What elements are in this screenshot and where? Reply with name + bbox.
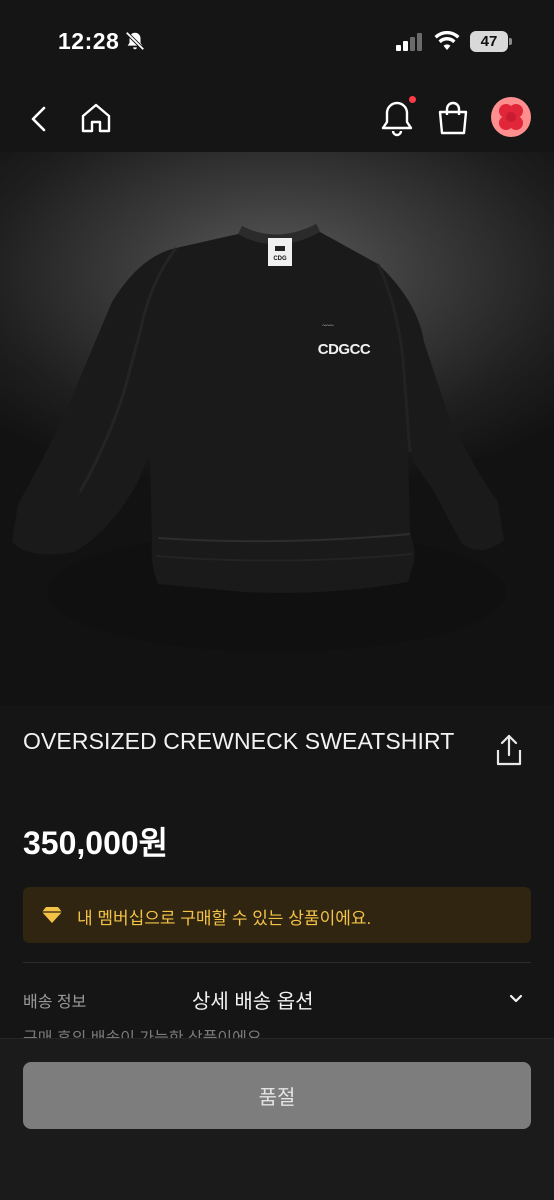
chevron-down-icon[interactable]: [507, 990, 525, 1008]
back-icon[interactable]: [26, 104, 52, 134]
avatar[interactable]: [491, 97, 531, 137]
chest-print-small: ~~~: [322, 322, 334, 330]
bell-icon[interactable]: [378, 98, 416, 138]
status-time: 12:28: [58, 28, 120, 54]
neck-label-text: CDG: [273, 256, 287, 262]
home-icon[interactable]: [78, 100, 114, 136]
bag-icon[interactable]: [434, 98, 472, 138]
gem-icon: [42, 907, 62, 923]
sweatshirt-illustration: CDG ~~~ CDGCC: [12, 224, 507, 652]
share-icon[interactable]: [492, 732, 526, 768]
shipping-info-label: 배송 정보: [23, 994, 87, 1011]
battery-nub: [509, 38, 512, 45]
top-navigation: [0, 86, 554, 152]
product-title: OVERSIZED CREWNECK SWEATSHIRT: [23, 728, 455, 754]
status-bar: 12:28 47: [0, 0, 554, 86]
notice-text: 내 멤버십으로 구매할 수 있는 상품이에요.: [77, 909, 372, 928]
divider: [23, 962, 531, 963]
membership-notice: 내 멤버십으로 구매할 수 있는 상품이에요.: [23, 887, 531, 943]
product-price: 350,000원: [23, 825, 169, 861]
product-image[interactable]: CDG ~~~ CDGCC: [0, 152, 554, 705]
notification-dot: [409, 96, 416, 103]
signal-icon: [396, 33, 422, 51]
bell-off-icon: [125, 31, 145, 51]
soldout-button[interactable]: 품절: [23, 1062, 531, 1129]
wifi-icon: [434, 31, 460, 50]
battery-level: 47: [470, 31, 508, 52]
shipping-option-select[interactable]: 상세 배송 옵션: [192, 985, 314, 1014]
chest-print-text: CDGCC: [318, 341, 371, 358]
avatar-flower-icon: [499, 104, 523, 130]
